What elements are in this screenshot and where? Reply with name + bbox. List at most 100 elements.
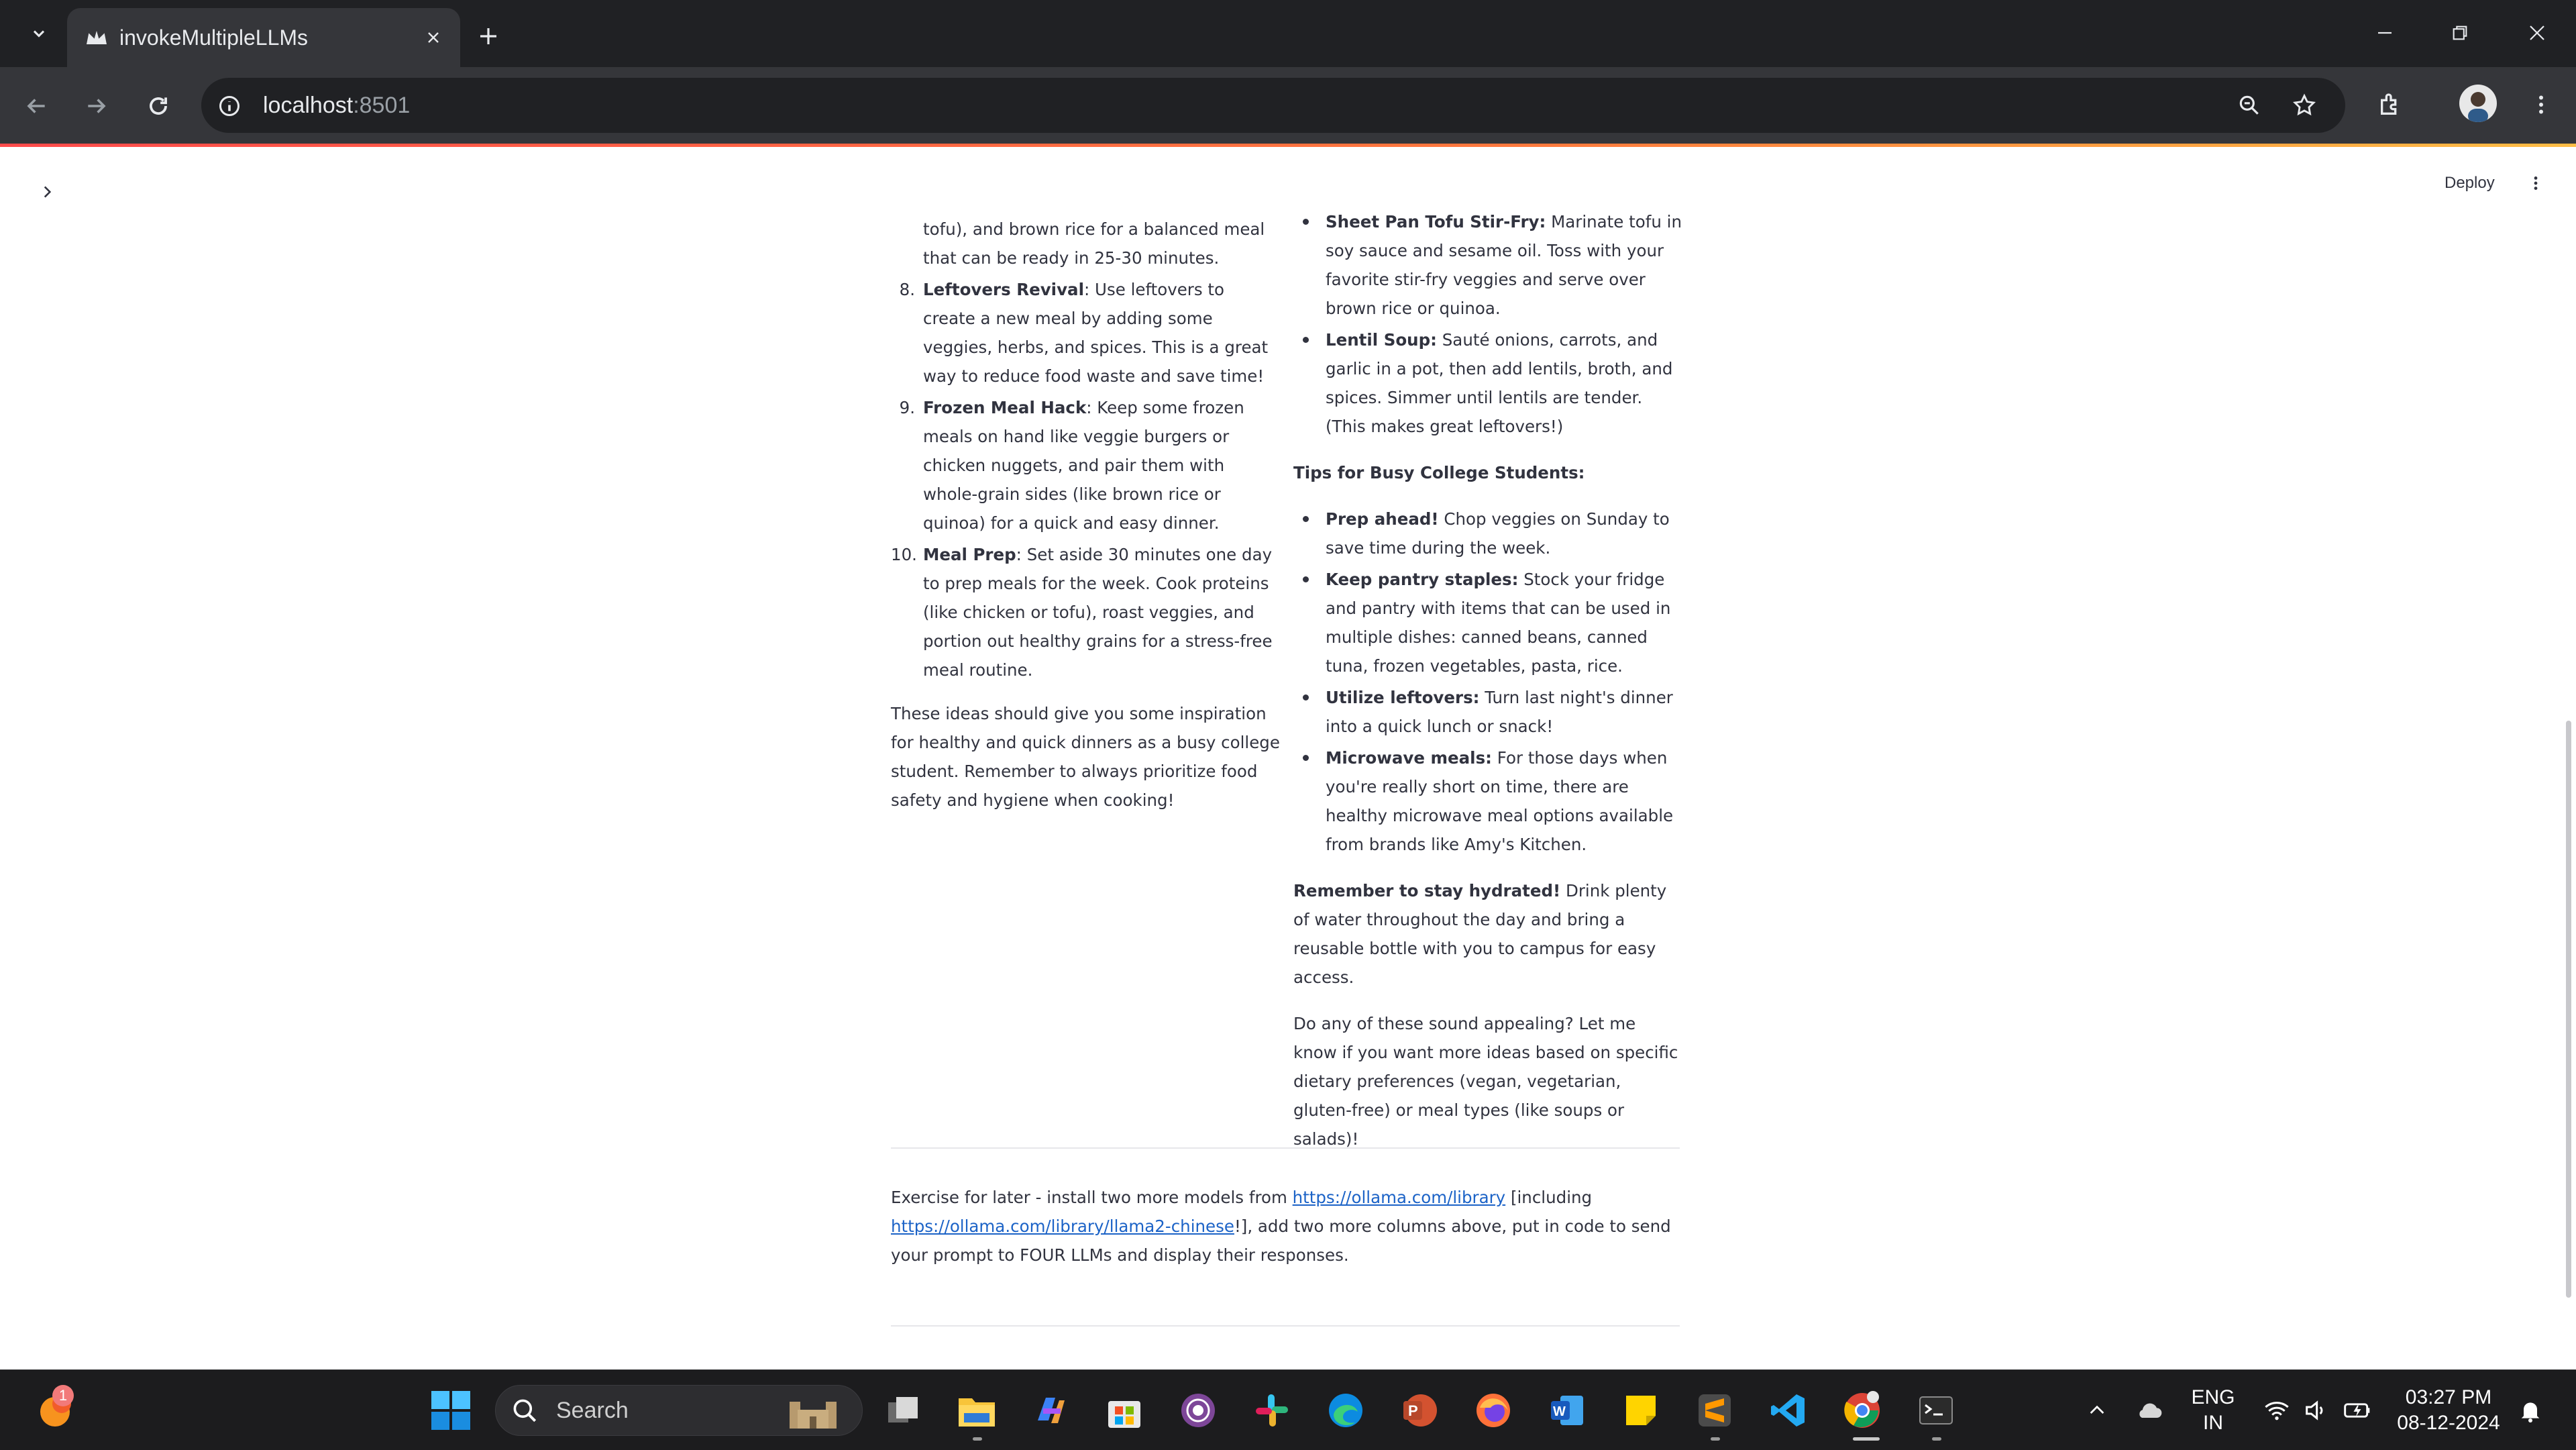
weather-widget-icon[interactable]: 1 xyxy=(34,1385,76,1432)
list-number: 10. xyxy=(891,545,917,564)
firefox-icon[interactable] xyxy=(1472,1389,1515,1432)
sublime-text-icon[interactable] xyxy=(1693,1389,1736,1432)
address-bar[interactable]: localhost:8501 xyxy=(201,78,2345,133)
list-item: Microwave meals: For those days when you… xyxy=(1293,743,1682,859)
list-item-title: Leftovers Revival xyxy=(923,280,1084,299)
minimize-icon[interactable] xyxy=(2358,9,2412,56)
list-item-text: : Keep some frozen meals on hand like ve… xyxy=(923,398,1244,533)
response-column-right: Sheet Pan Tofu Stir-Fry: Marinate tofu i… xyxy=(1293,207,1682,1171)
svg-text:W: W xyxy=(1553,1404,1566,1419)
list-item: tofu), and brown rice for a balanced mea… xyxy=(891,215,1280,272)
list-item: Keep pantry staples: Stock your fridge a… xyxy=(1293,565,1682,680)
running-indicator xyxy=(1932,1437,1941,1441)
sidebar-expand-chevron-icon[interactable] xyxy=(32,177,62,207)
llama2-chinese-link[interactable]: https://ollama.com/library/llama2-chines… xyxy=(891,1216,1234,1236)
vscode-icon[interactable] xyxy=(1767,1389,1810,1432)
list-item-title: Utilize leftovers: xyxy=(1326,688,1480,707)
terminal-icon[interactable] xyxy=(1915,1389,1957,1432)
sticky-notes-icon[interactable] xyxy=(1619,1389,1662,1432)
closing-question-paragraph: Do any of these sound appealing? Let me … xyxy=(1293,1014,1678,1149)
streamlit-page: Deploy tofu), and brown rice for a balan… xyxy=(0,147,2576,1369)
powerpoint-icon[interactable]: P xyxy=(1398,1389,1441,1432)
browser-toolbar: localhost:8501 xyxy=(0,67,2576,144)
edge-icon[interactable] xyxy=(1324,1389,1367,1432)
region-code: IN xyxy=(2203,1412,2223,1434)
list-item: 8. Leftovers Revival: Use leftovers to cr… xyxy=(891,275,1280,391)
svg-text:P: P xyxy=(1408,1402,1418,1419)
volume-icon[interactable] xyxy=(2294,1389,2337,1432)
url-text[interactable]: localhost:8501 xyxy=(263,78,410,133)
tor-browser-icon[interactable] xyxy=(1177,1389,1220,1432)
notification-bell-icon[interactable] xyxy=(2509,1389,2552,1432)
streamlit-crown-icon xyxy=(83,24,110,51)
running-indicator xyxy=(973,1437,982,1441)
clock-time: 03:27 PM xyxy=(2405,1386,2492,1408)
close-tab-icon[interactable] xyxy=(420,24,447,51)
exercise-text: [including xyxy=(1505,1188,1593,1207)
dinner-ideas-list: tofu), and brown rice for a balanced mea… xyxy=(891,215,1280,684)
list-item: Prep ahead! Chop veggies on Sunday to sa… xyxy=(1293,505,1682,562)
list-number: 9. xyxy=(899,398,915,417)
language-code: ENG xyxy=(2191,1386,2235,1408)
restore-icon[interactable] xyxy=(2433,9,2487,56)
list-item-title: Lentil Soup: xyxy=(1326,330,1437,350)
hydration-paragraph: Remember to stay hydrated! Drink plenty … xyxy=(1293,881,1667,987)
language-indicator[interactable]: ENG IN xyxy=(2184,1385,2242,1436)
ollama-library-link[interactable]: https://ollama.com/library xyxy=(1293,1188,1506,1207)
clock-date: 08-12-2024 xyxy=(2397,1412,2500,1434)
recipes-list: Sheet Pan Tofu Stir-Fry: Marinate tofu i… xyxy=(1293,207,1682,441)
back-arrow-icon[interactable] xyxy=(16,86,56,126)
forward-arrow-icon[interactable] xyxy=(76,86,117,126)
zoom-magnifier-icon[interactable] xyxy=(2234,90,2265,121)
main-menu-icon[interactable] xyxy=(2522,170,2549,197)
response-column-left: tofu), and brown rice for a balanced mea… xyxy=(891,215,1280,832)
list-number: 8. xyxy=(899,280,915,299)
new-tab-icon[interactable] xyxy=(470,17,507,55)
list-item-continuation: tofu), and brown rice for a balanced mea… xyxy=(923,219,1265,268)
tips-heading: Tips for Busy College Students: xyxy=(1293,463,1585,482)
tab-title: invokeMultipleLLMs xyxy=(119,25,309,50)
show-hidden-icons-chevron[interactable] xyxy=(2076,1389,2118,1432)
word-icon[interactable]: W xyxy=(1546,1389,1589,1432)
windows-start-icon[interactable] xyxy=(429,1389,472,1432)
copilot-icon[interactable] xyxy=(1029,1389,1072,1432)
tab-search-chevron-icon[interactable] xyxy=(20,15,58,52)
running-indicator xyxy=(1711,1437,1720,1441)
task-view-icon[interactable] xyxy=(881,1389,924,1432)
onedrive-cloud-icon[interactable] xyxy=(2128,1389,2171,1432)
list-item-text: : Set aside 30 minutes one day to prep m… xyxy=(923,545,1273,680)
list-item-title: Sheet Pan Tofu Stir-Fry: xyxy=(1326,212,1546,231)
divider xyxy=(891,1147,1680,1149)
close-window-icon[interactable] xyxy=(2510,9,2564,56)
reload-icon[interactable] xyxy=(138,86,178,126)
list-item-title: Keep pantry staples: xyxy=(1326,570,1519,589)
active-indicator xyxy=(1853,1437,1880,1441)
list-item: Utilize leftovers: Turn last night's din… xyxy=(1293,683,1682,741)
wifi-icon[interactable] xyxy=(2255,1389,2298,1432)
site-info-icon[interactable] xyxy=(215,91,244,121)
extensions-puzzle-icon[interactable] xyxy=(2371,85,2411,125)
search-icon xyxy=(511,1396,540,1429)
chrome-menu-icon[interactable] xyxy=(2521,85,2561,125)
page-scrollbar[interactable] xyxy=(2566,721,2571,1298)
chrome-icon[interactable] xyxy=(1841,1389,1884,1432)
battery-charging-icon[interactable] xyxy=(2336,1389,2379,1432)
slack-icon[interactable] xyxy=(1250,1389,1293,1432)
closing-paragraph: These ideas should give you some inspira… xyxy=(891,704,1280,810)
list-item-title: Prep ahead! xyxy=(1326,509,1439,529)
list-item-title: Frozen Meal Hack xyxy=(923,398,1087,417)
profile-avatar[interactable] xyxy=(2459,85,2497,122)
windows-taskbar: 1 Search P W ENG IN 03:27 PM 08-12-2024 xyxy=(0,1369,2576,1450)
file-explorer-icon[interactable] xyxy=(955,1389,998,1432)
clock[interactable]: 03:27 PM 08-12-2024 xyxy=(2388,1385,2509,1436)
deploy-button[interactable]: Deploy xyxy=(2445,170,2495,197)
exercise-text: Exercise for later - install two more mo… xyxy=(891,1188,1293,1207)
bookmark-star-icon[interactable] xyxy=(2289,90,2320,121)
microsoft-store-icon[interactable] xyxy=(1103,1389,1146,1432)
browser-titlebar: invokeMultipleLLMs xyxy=(0,0,2576,67)
search-highlight-cathedral-icon xyxy=(784,1392,845,1433)
browser-tab[interactable]: invokeMultipleLLMs xyxy=(67,8,460,67)
notification-badge: 1 xyxy=(52,1385,74,1406)
divider xyxy=(891,1325,1680,1327)
taskbar-search-box[interactable]: Search xyxy=(495,1385,863,1436)
